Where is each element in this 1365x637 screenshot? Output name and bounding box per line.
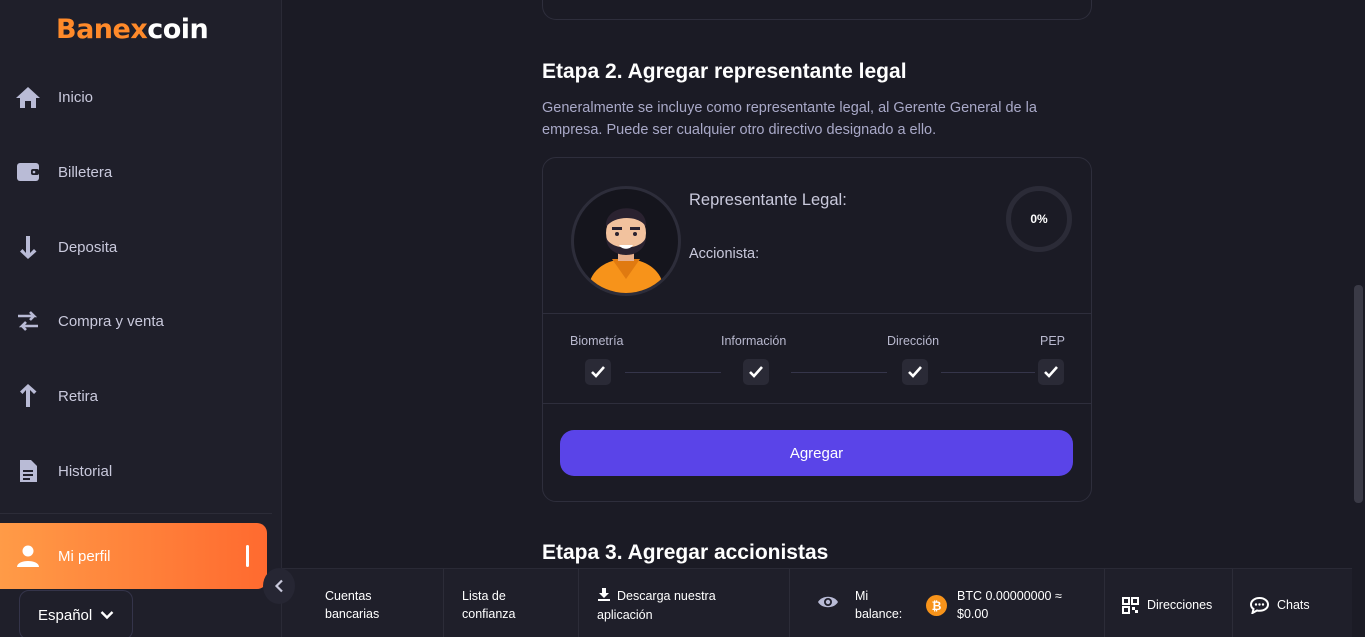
card-divider	[543, 313, 1091, 314]
sidebar-item-label: Mi perfil	[58, 547, 111, 565]
collapse-sidebar-button[interactable]	[263, 568, 295, 604]
sidebar-item-label: Historial	[58, 462, 113, 480]
progress-text: 0%	[1030, 212, 1048, 226]
chevron-left-icon	[274, 579, 284, 593]
step-connector	[791, 372, 887, 373]
sidebar-item-billetera[interactable]: Billetera	[0, 142, 272, 202]
step-connector	[625, 372, 721, 373]
sidebar-item-label: Retira	[58, 387, 99, 405]
language-selector[interactable]: Español	[19, 590, 133, 637]
chats-button[interactable]: Chats	[1250, 596, 1310, 614]
sidebar-item-label: Inicio	[58, 88, 94, 106]
step3-title: Etapa 3. Agregar accionistas	[542, 541, 829, 564]
user-icon	[14, 542, 42, 570]
sidebar-item-deposita[interactable]: Deposita	[0, 217, 272, 277]
sidebar: Banexcoin Inicio Billetera Deposita Comp…	[0, 0, 282, 637]
step2-description: Generalmente se incluye como representan…	[542, 100, 1037, 138]
card-divider	[543, 403, 1091, 404]
wallet-icon	[14, 158, 42, 186]
sidebar-item-mi-perfil[interactable]: Mi perfil	[0, 523, 267, 589]
previous-step-card	[542, 0, 1092, 20]
main-content: Etapa 2. Agregar representante legal Gen…	[283, 0, 1352, 568]
shareholder-label: Accionista:	[689, 246, 760, 262]
active-indicator	[246, 545, 249, 567]
trust-list-link[interactable]: Lista de confianza	[462, 587, 516, 623]
document-icon	[14, 457, 42, 485]
avatar	[571, 186, 681, 296]
balance-label: Mi balance:	[855, 589, 903, 621]
language-label: Español	[38, 606, 93, 624]
download-icon	[597, 587, 611, 606]
chat-bubble-icon	[1250, 596, 1269, 614]
arrow-down-icon	[14, 233, 42, 261]
legal-representative-card: Representante Legal: Accionista: 0% Biom…	[542, 157, 1092, 502]
sidebar-item-retira[interactable]: Retira	[0, 366, 272, 426]
sidebar-item-inicio[interactable]: Inicio	[0, 67, 272, 127]
home-icon	[14, 83, 42, 111]
bank-accounts-link[interactable]: Cuentas bancarias	[325, 587, 379, 623]
sidebar-item-compra-venta[interactable]: Compra y venta	[0, 291, 272, 351]
eye-icon[interactable]	[817, 594, 839, 615]
download-app-link[interactable]: Descarga nuestra aplicación	[597, 587, 716, 624]
step-label-direccion: Dirección	[887, 334, 940, 348]
step2-title: Etapa 2. Agregar representante legal	[542, 60, 907, 83]
sidebar-item-label: Deposita	[58, 238, 118, 256]
swap-arrows-icon	[14, 307, 42, 335]
footer-separator	[578, 569, 579, 637]
step-label-informacion: Información	[721, 334, 787, 348]
footer-separator	[1232, 569, 1233, 637]
arrow-up-icon	[14, 382, 42, 410]
scrollbar-thumb[interactable]	[1354, 285, 1363, 503]
progress-ring: 0%	[1006, 186, 1072, 252]
qr-code-icon	[1122, 596, 1139, 614]
footer-separator	[443, 569, 444, 637]
check-icon	[585, 359, 611, 385]
sidebar-divider	[0, 513, 272, 514]
check-icon	[1038, 359, 1064, 385]
representative-label: Representante Legal:	[689, 191, 847, 209]
sidebar-item-label: Billetera	[58, 163, 113, 181]
step-label-pep: PEP	[1040, 334, 1066, 348]
sidebar-item-historial[interactable]: Historial	[0, 441, 272, 501]
addresses-button[interactable]: Direcciones	[1122, 596, 1212, 614]
footer-separator	[789, 569, 790, 637]
check-icon	[902, 359, 928, 385]
balance-value: BTC 0.00000000 ≈ $0.00	[957, 589, 1062, 621]
bottom-bar: Cuentas bancarias Lista de confianza Des…	[282, 568, 1352, 637]
step-connector	[941, 372, 1035, 373]
chevron-down-icon	[100, 607, 114, 624]
step-label-biometria: Biometría	[570, 334, 624, 348]
brand-logo[interactable]: Banexcoin	[56, 14, 209, 45]
check-icon	[743, 359, 769, 385]
bitcoin-icon: ₿	[926, 595, 947, 616]
add-button[interactable]: Agregar	[560, 430, 1073, 476]
sidebar-item-label: Compra y venta	[58, 312, 164, 330]
footer-separator	[1104, 569, 1105, 637]
